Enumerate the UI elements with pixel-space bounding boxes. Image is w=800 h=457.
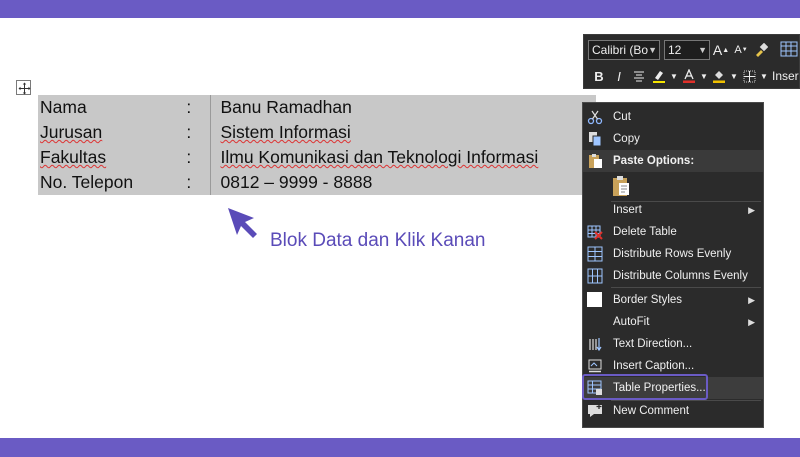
submenu-arrow-icon: ▶ (748, 317, 755, 327)
table-move-handle-icon[interactable] (16, 80, 31, 95)
row-colon: : (168, 95, 211, 120)
font-color-icon (683, 69, 695, 83)
insert-caption-icon (588, 359, 602, 373)
font-color-dropdown[interactable]: ▼ (700, 66, 708, 86)
menu-item-label: Text Direction... (613, 338, 693, 350)
paste-icon (589, 154, 602, 168)
delete-table-text: Delete Table (613, 226, 677, 238)
pointer-arrow-icon (228, 208, 257, 238)
instruction-callout: Blok Data dan Klik Kanan (270, 230, 486, 251)
row-value: Sistem Informasi (220, 122, 351, 142)
text-direction-icon (589, 338, 602, 352)
font-name-value: Calibri (Bo (592, 43, 649, 57)
italic-button[interactable]: I (610, 66, 628, 86)
menu-separator (611, 287, 761, 288)
table-row[interactable]: Nama : Banu Ramadhan (38, 95, 596, 120)
borders-icon (743, 70, 755, 82)
menu-item-label: Copy (613, 133, 640, 145)
row-colon: : (168, 120, 211, 145)
align-center-icon (634, 71, 644, 82)
row-colon: : (168, 170, 211, 195)
paste-keep-source-icon (613, 176, 629, 196)
distribute-columns-icon (587, 268, 603, 284)
highlight-icon (653, 71, 665, 83)
copy-icon (589, 132, 602, 147)
menu-paste-options-header: Paste Options: (583, 150, 763, 172)
bottom-accent-bar (0, 438, 800, 457)
align-center-button[interactable] (630, 66, 648, 86)
bold-label: B (594, 68, 604, 84)
chevron-down-icon: ▼ (648, 45, 657, 55)
insert-label[interactable]: Inser (772, 69, 799, 83)
row-colon: : (168, 145, 211, 170)
menu-item-cut[interactable]: Cut (583, 106, 763, 128)
scissors-icon (587, 110, 603, 125)
highlight-dropdown[interactable]: ▼ (670, 66, 678, 86)
menu-item-new-comment[interactable]: New Comment (583, 400, 763, 422)
chevron-down-icon: ▼ (698, 45, 707, 55)
menu-item-distribute-columns[interactable]: Distribute Columns Evenly (583, 265, 763, 287)
new-comment-icon (588, 404, 602, 417)
font-size-select[interactable]: 12 ▼ (664, 40, 710, 60)
row-value: 0812 – 9999 - 8888 (220, 172, 373, 192)
italic-label: I (617, 68, 621, 84)
menu-item-border-styles[interactable]: Border Styles ▶ (583, 289, 763, 311)
distribute-rows-icon (587, 246, 603, 262)
menu-item-label: Delete Table (613, 221, 677, 243)
menu-item-insert[interactable]: Insert ▶ (583, 199, 763, 221)
row-value: Banu Ramadhan (220, 97, 352, 117)
grow-font-icon: A (712, 42, 723, 58)
paste-keep-formatting-button[interactable] (583, 173, 763, 199)
font-name-select[interactable]: Calibri (Bo ▼ (588, 40, 660, 60)
selected-data-table[interactable]: Nama : Banu Ramadhan Jurusan : Sistem In… (38, 95, 596, 195)
borders-dropdown[interactable]: ▼ (760, 66, 768, 86)
menu-item-label: Distribute Columns Evenly (613, 270, 748, 282)
shrink-font-button[interactable]: A ▼ (732, 40, 750, 60)
shading-dropdown[interactable]: ▼ (730, 66, 738, 86)
mini-toolbar: Calibri (Bo ▼ 12 ▼ A ▲ A ▼ B I ▼ ▼ ▼ ▼ I… (583, 34, 800, 89)
row-label: Nama (40, 97, 87, 117)
shading-button[interactable] (710, 66, 728, 86)
table-properties-highlight (582, 374, 708, 400)
menu-item-label: New Comment (613, 405, 690, 417)
table-row[interactable]: No. Telepon : 0812 – 9999 - 8888 (38, 170, 596, 195)
submenu-arrow-icon: ▶ (748, 295, 755, 305)
delete-table-icon (587, 225, 603, 240)
table-row[interactable]: Fakultas : Ilmu Komunikasi dan Teknologi… (38, 145, 596, 170)
format-painter-button[interactable] (752, 40, 770, 60)
font-color-button[interactable] (680, 66, 698, 86)
menu-item-copy[interactable]: Copy (583, 128, 763, 150)
menu-item-distribute-rows[interactable]: Distribute Rows Evenly (583, 243, 763, 265)
menu-item-label: Insert (613, 204, 642, 216)
table-row[interactable]: Jurusan : Sistem Informasi (38, 120, 596, 145)
row-label: Jurusan (40, 122, 103, 142)
menu-item-label: Distribute Rows Evenly (613, 248, 732, 260)
menu-item-label: Cut (613, 111, 631, 123)
borders-button[interactable] (740, 66, 758, 86)
menu-item-label: Border Styles (613, 294, 683, 306)
menu-item-label: AutoFit (613, 316, 650, 328)
row-value: Ilmu Komunikasi dan Teknologi Informasi (220, 147, 539, 167)
grow-font-button[interactable]: A ▲ (712, 40, 730, 60)
shading-icon (713, 71, 725, 83)
menu-item-autofit[interactable]: AutoFit ▶ (583, 311, 763, 333)
row-label: No. Telepon (40, 172, 134, 192)
font-size-value: 12 (668, 43, 682, 57)
menu-item-text-direction[interactable]: Text Direction... (583, 333, 763, 355)
top-accent-bar (0, 0, 800, 18)
menu-item-delete-table[interactable]: Delete Table (583, 221, 763, 243)
menu-item-label: Paste Options: (613, 155, 695, 167)
shrink-font-icon: A (734, 44, 742, 56)
row-label: Fakultas (40, 147, 107, 167)
insert-table-icon[interactable] (780, 41, 798, 57)
format-painter-icon (756, 43, 768, 57)
bold-button[interactable]: B (590, 66, 608, 86)
border-styles-icon (587, 292, 602, 307)
submenu-arrow-icon: ▶ (748, 205, 755, 215)
highlight-button[interactable] (650, 66, 668, 86)
